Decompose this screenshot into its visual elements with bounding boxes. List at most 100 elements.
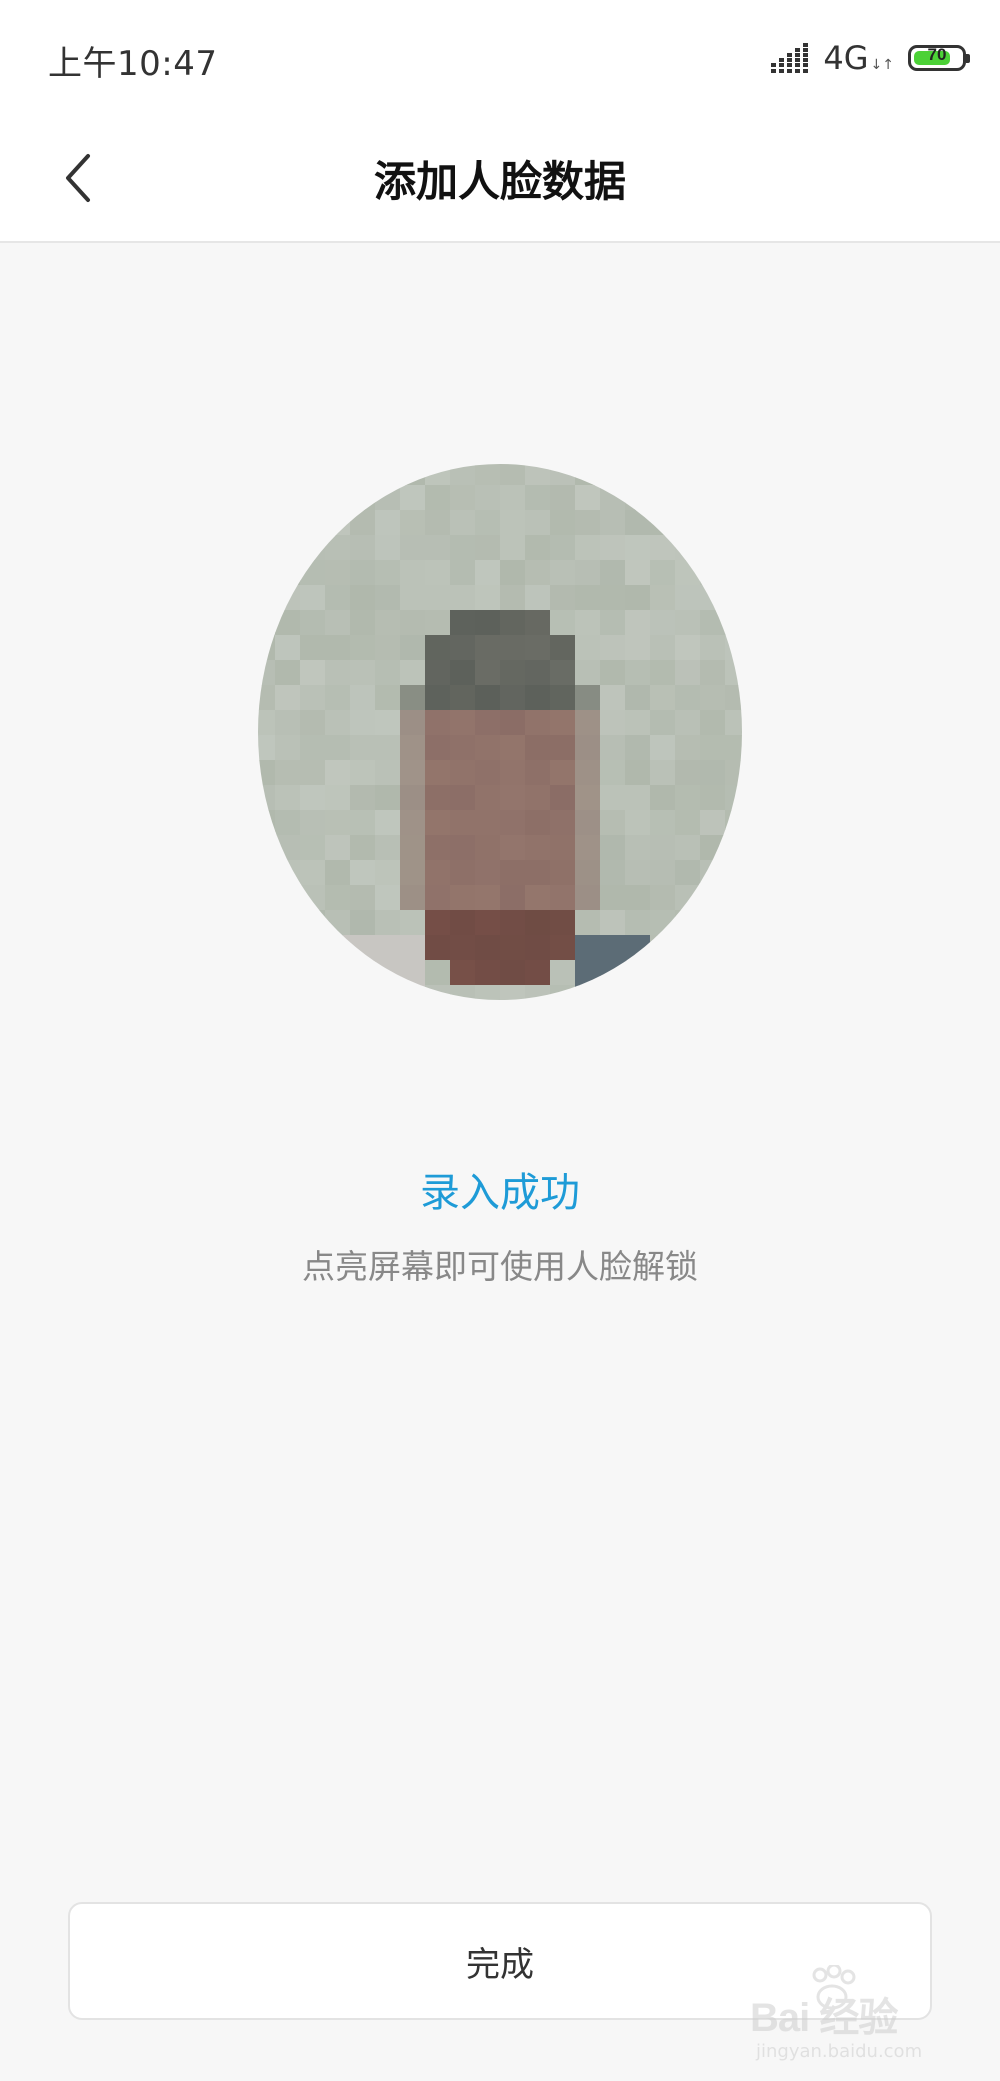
face-pixel bbox=[525, 585, 551, 611]
face-pixel bbox=[400, 660, 426, 686]
face-pixel bbox=[700, 785, 726, 811]
face-pixel bbox=[258, 885, 276, 911]
face-pixel bbox=[400, 835, 426, 861]
face-pixel bbox=[725, 610, 742, 636]
face-pixel bbox=[300, 464, 326, 486]
face-pixel bbox=[258, 760, 276, 786]
face-pixel bbox=[575, 660, 601, 686]
face-pixel bbox=[625, 860, 651, 886]
face-pixel bbox=[258, 560, 276, 586]
face-pixel bbox=[300, 685, 326, 711]
face-pixel bbox=[600, 735, 626, 761]
face-pixel bbox=[450, 835, 476, 861]
face-pixel bbox=[650, 485, 676, 511]
face-pixel bbox=[350, 760, 376, 786]
face-pixel bbox=[575, 835, 601, 861]
face-pixel bbox=[625, 560, 651, 586]
face-pixel bbox=[700, 985, 726, 1000]
face-pixel bbox=[400, 735, 426, 761]
face-pixel bbox=[425, 585, 451, 611]
face-pixel bbox=[700, 610, 726, 636]
face-pixel bbox=[725, 510, 742, 536]
face-pixel bbox=[550, 660, 576, 686]
face-pixel bbox=[550, 785, 576, 811]
face-pixel bbox=[525, 860, 551, 886]
face-pixel bbox=[375, 885, 401, 911]
face-pixel bbox=[550, 835, 576, 861]
face-pixel bbox=[375, 535, 401, 561]
face-pixel bbox=[275, 464, 301, 486]
face-pixel bbox=[725, 485, 742, 511]
face-pixel bbox=[350, 935, 376, 961]
face-pixel bbox=[375, 785, 401, 811]
face-pixel bbox=[575, 585, 601, 611]
face-pixel bbox=[525, 760, 551, 786]
face-pixel bbox=[650, 560, 676, 586]
face-pixel bbox=[500, 710, 526, 736]
battery-icon: 70 bbox=[908, 45, 970, 71]
face-pixel bbox=[700, 660, 726, 686]
face-pixel bbox=[650, 860, 676, 886]
face-pixel bbox=[600, 785, 626, 811]
face-pixel bbox=[550, 585, 576, 611]
face-pixel bbox=[575, 935, 601, 961]
face-pixel bbox=[550, 610, 576, 636]
face-pixel bbox=[700, 860, 726, 886]
face-pixel bbox=[300, 635, 326, 661]
face-pixel bbox=[258, 860, 276, 886]
face-pixel bbox=[575, 985, 601, 1000]
face-pixel bbox=[550, 710, 576, 736]
face-pixel bbox=[525, 910, 551, 936]
face-pixel bbox=[275, 960, 301, 986]
face-pixel bbox=[625, 810, 651, 836]
face-pixel bbox=[650, 885, 676, 911]
face-pixel bbox=[500, 810, 526, 836]
pixelated-face bbox=[258, 464, 742, 1000]
face-pixel bbox=[725, 860, 742, 886]
face-pixel bbox=[258, 685, 276, 711]
face-pixel bbox=[525, 660, 551, 686]
face-pixel bbox=[325, 610, 351, 636]
face-pixel bbox=[600, 485, 626, 511]
face-pixel bbox=[675, 785, 701, 811]
face-pixel bbox=[575, 635, 601, 661]
face-pixel bbox=[275, 535, 301, 561]
face-pixel bbox=[300, 860, 326, 886]
face-pixel bbox=[300, 910, 326, 936]
face-pixel bbox=[625, 710, 651, 736]
face-pixel bbox=[450, 910, 476, 936]
face-pixel bbox=[600, 585, 626, 611]
face-pixel bbox=[525, 610, 551, 636]
face-pixel bbox=[425, 660, 451, 686]
face-pixel bbox=[525, 464, 551, 486]
face-pixel bbox=[350, 610, 376, 636]
face-pixel bbox=[375, 635, 401, 661]
face-pixel bbox=[400, 535, 426, 561]
face-pixel bbox=[258, 464, 276, 486]
face-pixel bbox=[475, 935, 501, 961]
face-pixel bbox=[600, 535, 626, 561]
face-pixel bbox=[600, 910, 626, 936]
face-pixel bbox=[550, 685, 576, 711]
face-pixel bbox=[350, 835, 376, 861]
face-pixel bbox=[675, 760, 701, 786]
face-pixel bbox=[258, 510, 276, 536]
face-pixel bbox=[575, 785, 601, 811]
face-pixel bbox=[550, 960, 576, 986]
face-pixel bbox=[600, 985, 626, 1000]
face-pixel bbox=[400, 610, 426, 636]
face-pixel bbox=[600, 560, 626, 586]
face-pixel bbox=[575, 560, 601, 586]
face-pixel bbox=[700, 635, 726, 661]
face-pixel bbox=[325, 560, 351, 586]
face-pixel bbox=[300, 885, 326, 911]
face-pixel bbox=[725, 810, 742, 836]
face-pixel bbox=[450, 960, 476, 986]
status-icons: 4G ↓↑ 70 bbox=[771, 38, 970, 78]
face-pixel bbox=[575, 810, 601, 836]
face-pixel bbox=[475, 685, 501, 711]
face-pixel bbox=[425, 935, 451, 961]
face-pixel bbox=[450, 560, 476, 586]
network-activity-icon: ↓↑ bbox=[870, 57, 894, 73]
face-pixel bbox=[575, 610, 601, 636]
